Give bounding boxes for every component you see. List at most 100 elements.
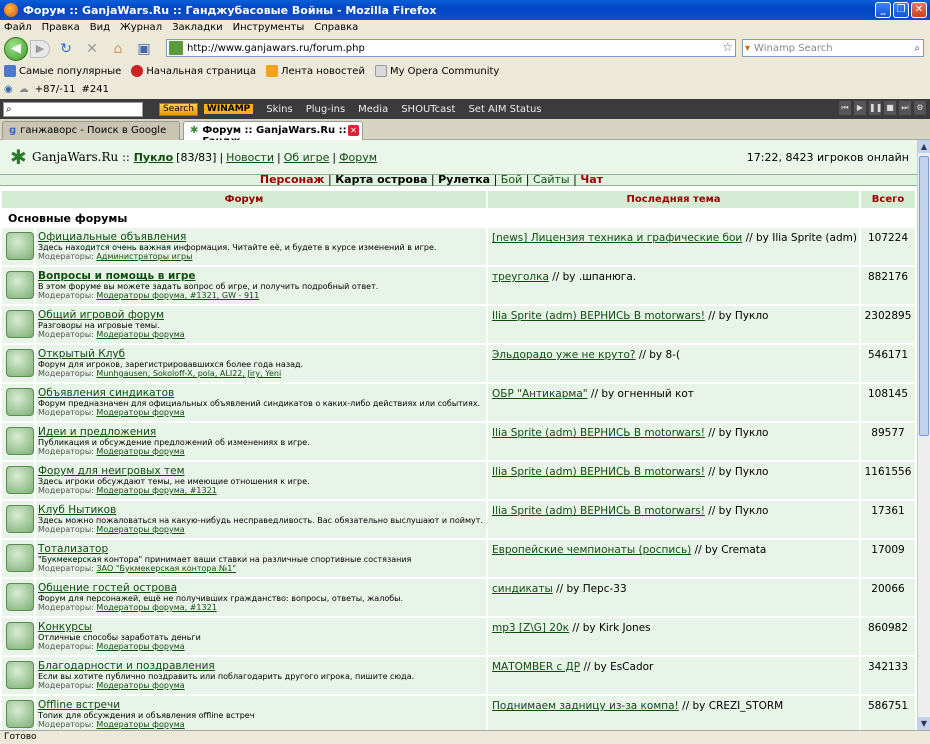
winamp-search-input[interactable]: ⌕ xyxy=(3,101,143,117)
tab-google[interactable]: g ганжаворс - Поиск в Google xyxy=(2,121,180,140)
bookmark-opera[interactable]: My Opera Community xyxy=(374,65,499,77)
menu-file[interactable]: Файл xyxy=(4,22,32,33)
moderators-link[interactable]: Модераторы форума, #1321 xyxy=(96,486,216,495)
forum-title-link[interactable]: Offline встречи xyxy=(38,699,120,711)
search-icon[interactable]: ⌕ xyxy=(914,43,920,54)
forum-title-link[interactable]: Официальные объявления xyxy=(38,231,186,243)
stop-icon[interactable]: ✕ xyxy=(82,41,102,57)
last-topic-link[interactable]: mp3 [Z\G] 20к xyxy=(492,622,569,634)
globe-icon[interactable]: ◉ xyxy=(4,84,13,95)
forum-title-link[interactable]: Объявления синдикатов xyxy=(38,387,174,399)
nav-map[interactable]: Карта острова xyxy=(335,173,427,186)
winamp-next-icon[interactable]: ⏭ xyxy=(899,101,911,115)
winamp-media[interactable]: Media xyxy=(358,104,388,115)
last-topic-link[interactable]: Ilia Sprite (adm) ВЕРНИСЬ В motorwars! xyxy=(492,427,705,439)
last-topic-link[interactable]: Эльдорадо уже не круто? xyxy=(492,349,636,361)
last-topic-link[interactable]: Ilia Sprite (adm) ВЕРНИСЬ В motorwars! xyxy=(492,505,705,517)
moderators-link[interactable]: Модераторы форума xyxy=(96,447,184,456)
forum-title-link[interactable]: Открытый Клуб xyxy=(38,348,125,360)
forum-title-link[interactable]: Благодарности и поздравления xyxy=(38,660,215,672)
winamp-aim-status[interactable]: Set AIM Status xyxy=(468,104,541,115)
winamp-settings-icon[interactable]: ⚙ xyxy=(914,101,926,115)
forum-title-link[interactable]: Идеи и предложения xyxy=(38,426,156,438)
forum-title-link[interactable]: Клуб Нытиков xyxy=(38,504,116,516)
forum-title-link[interactable]: Общение гостей острова xyxy=(38,582,177,594)
tab-forum[interactable]: ✱ Форум :: GanjaWars.Ru :: Гандж... ✕ xyxy=(183,121,363,147)
moderators-link[interactable]: Модераторы форума xyxy=(96,408,184,417)
nav-fight[interactable]: Бой xyxy=(501,173,522,186)
winamp-shoutcast[interactable]: SHOUTcast xyxy=(401,104,455,115)
last-topic-link[interactable]: ОБР "Антикарма" xyxy=(492,388,588,400)
forum-info: Конкурсы Отличные способы заработать день… xyxy=(36,618,486,655)
last-topic-link[interactable]: Ilia Sprite (adm) ВЕРНИСЬ В motorwars! xyxy=(492,310,705,322)
winamp-prev-icon[interactable]: ⏮ xyxy=(839,101,851,115)
bookmark-star-icon[interactable]: ☆ xyxy=(722,40,733,54)
last-topic-link[interactable]: треуголка xyxy=(492,271,549,283)
last-topic-link[interactable]: [news] Лицензия техника и графические бо… xyxy=(492,232,742,244)
about-link[interactable]: Об игре xyxy=(284,151,330,164)
bookmark-start[interactable]: Начальная страница xyxy=(131,65,256,77)
forum-title-link[interactable]: Вопросы и помощь в игре xyxy=(38,270,196,282)
forum-title-link[interactable]: Конкурсы xyxy=(38,621,92,633)
vertical-scrollbar[interactable]: ▲ ▼ xyxy=(917,140,930,730)
forum-title-link[interactable]: Форум для неигровых тем xyxy=(38,465,185,477)
reload-icon[interactable]: ↻ xyxy=(56,41,76,57)
menu-history[interactable]: Журнал xyxy=(120,22,162,33)
winamp-search-button[interactable]: Search xyxy=(159,102,198,116)
last-topic-link[interactable]: МАТОМВЕR с ДР xyxy=(492,661,580,673)
online-count: 17:22, 8423 игроков онлайн xyxy=(746,151,909,164)
maximize-button[interactable]: ❐ xyxy=(893,2,909,18)
scroll-down-icon[interactable]: ▼ xyxy=(918,717,930,730)
moderators-link[interactable]: Модераторы форума, #1321, GW - 911 xyxy=(96,291,259,300)
scroll-up-icon[interactable]: ▲ xyxy=(918,140,930,153)
close-button[interactable]: ✕ xyxy=(911,2,927,18)
winamp-pause-icon[interactable]: ❚❚ xyxy=(869,101,882,115)
forward-button[interactable]: ▶ xyxy=(30,39,50,58)
last-topic-link[interactable]: Европейские чемпионаты (роспись) xyxy=(492,544,691,556)
minimize-button[interactable]: _ xyxy=(875,2,891,18)
nav-roulette[interactable]: Рулетка xyxy=(438,173,490,186)
news-link[interactable]: Новости xyxy=(226,151,274,164)
menu-edit[interactable]: Правка xyxy=(42,22,80,33)
nav-sites[interactable]: Сайты xyxy=(533,173,570,186)
last-topic-link[interactable]: Ilia Sprite (adm) ВЕРНИСЬ В motorwars! xyxy=(492,466,705,478)
site-favicon xyxy=(169,41,183,55)
moderators-link[interactable]: Модераторы форума xyxy=(96,525,184,534)
page-icon[interactable]: ▣ xyxy=(134,41,154,57)
moderators-link[interactable]: Модераторы форума, #1321 xyxy=(96,603,216,612)
nav-chat[interactable]: Чат xyxy=(580,173,603,186)
search-engine-icon[interactable]: ▾ xyxy=(745,43,750,54)
winamp-stop-icon[interactable]: ■ xyxy=(884,101,896,115)
forum-link[interactable]: Форум xyxy=(339,151,377,164)
moderators-link[interactable]: Модераторы форума xyxy=(96,681,184,690)
menu-help[interactable]: Справка xyxy=(314,22,358,33)
winamp-plugins[interactable]: Plug-ins xyxy=(306,104,345,115)
moderators-link[interactable]: Модераторы форума xyxy=(96,642,184,651)
moderators-link[interactable]: Администраторы игры xyxy=(96,252,192,261)
moderators-link[interactable]: Модераторы форума xyxy=(96,720,184,729)
moderators-link[interactable]: ЗАО "Букмекерская контора №1" xyxy=(96,564,236,573)
bookmark-popular[interactable]: Самые популярные xyxy=(4,65,121,77)
search-box[interactable]: ▾ Winamp Search ⌕ xyxy=(742,39,924,57)
winamp-logo[interactable]: WINAMP xyxy=(203,104,254,114)
menu-tools[interactable]: Инструменты xyxy=(233,22,305,33)
weather-icon[interactable]: ☁ xyxy=(19,84,29,95)
forum-title-link[interactable]: Тотализатор xyxy=(38,543,108,555)
moderators-link[interactable]: Munhgausen, Sokoloff-X, pola, ALI22, Jir… xyxy=(96,369,281,378)
menu-bookmarks[interactable]: Закладки xyxy=(172,22,223,33)
tab-close-icon[interactable]: ✕ xyxy=(348,125,359,136)
forum-title-link[interactable]: Общий игровой форум xyxy=(38,309,164,321)
last-topic-link[interactable]: синдикаты xyxy=(492,583,553,595)
user-link[interactable]: Пукло xyxy=(134,151,173,164)
last-topic-link[interactable]: Поднимаем задницу из-за компа! xyxy=(492,700,679,712)
home-icon[interactable]: ⌂ xyxy=(108,41,128,57)
bookmark-news[interactable]: Лента новостей xyxy=(265,65,365,77)
winamp-play-icon[interactable]: ▶ xyxy=(854,101,866,115)
menu-view[interactable]: Вид xyxy=(90,22,110,33)
winamp-skins[interactable]: Skins xyxy=(266,104,292,115)
nav-character[interactable]: Персонаж xyxy=(260,173,325,186)
back-button[interactable]: ◀ xyxy=(4,36,28,61)
moderators-link[interactable]: Модераторы форума xyxy=(96,330,184,339)
scroll-thumb[interactable] xyxy=(919,156,929,436)
url-bar[interactable]: http://www.ganjawars.ru/forum.php ☆ xyxy=(166,39,736,57)
